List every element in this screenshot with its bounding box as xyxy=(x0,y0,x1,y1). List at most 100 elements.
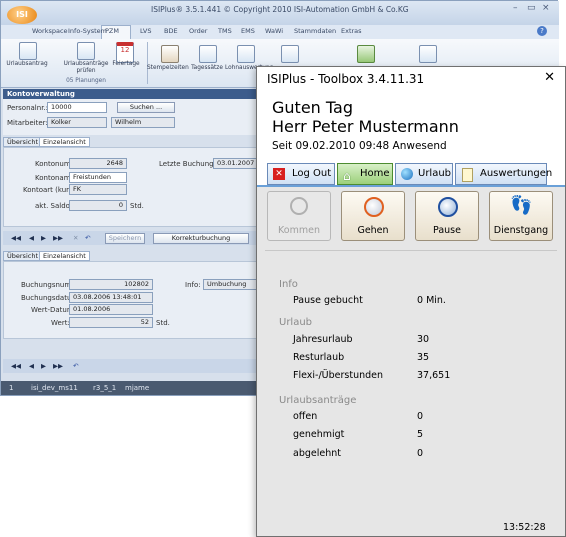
maximize-icon[interactable]: ▭ xyxy=(527,3,536,13)
antraege-section-title: Urlaubsanträge xyxy=(279,395,357,406)
globe-icon xyxy=(401,168,413,180)
resturlaub-value: 35 xyxy=(417,352,430,363)
tagesauswertung-icon[interactable] xyxy=(281,45,299,63)
presence-since: Seit 09.02.2010 09:48 Anwesend xyxy=(272,140,447,152)
minimize-icon[interactable]: – xyxy=(513,3,518,13)
footsteps-icon: 👣 xyxy=(510,195,533,216)
kontoverwaltung-header: Kontoverwaltung xyxy=(3,89,267,99)
dienstgang-label: Dienstgang xyxy=(493,225,549,236)
first-record-icon[interactable]: ◀◀ xyxy=(11,234,21,242)
delete-record-icon[interactable]: ✕ xyxy=(73,234,78,242)
buchung-info-label: Info: xyxy=(185,281,201,289)
pause-button[interactable]: Pause xyxy=(415,191,479,241)
tab-home-label: Home xyxy=(360,168,390,179)
status-session: 1 xyxy=(9,384,14,392)
menu-tab-ems[interactable]: EMS xyxy=(241,27,255,35)
clock: 13:52:28 xyxy=(503,522,546,533)
menu-tab-info-system[interactable]: Info-System xyxy=(68,27,107,35)
pause-label: Pause xyxy=(433,225,461,236)
saldo-field: 0 xyxy=(69,200,127,211)
last-record-icon[interactable]: ▶▶ xyxy=(53,234,63,242)
genehmigt-label: genehmigt xyxy=(293,429,345,440)
offen-label: offen xyxy=(293,411,318,422)
menu-tab-pzm[interactable]: PZM xyxy=(105,27,119,35)
tab-auswertungen-label: Auswertungen xyxy=(480,168,553,179)
next-record-icon[interactable]: ▶ xyxy=(41,234,46,242)
gehen-label: Gehen xyxy=(357,225,389,236)
menu-tab-wawi[interactable]: WaWi xyxy=(265,27,283,35)
toolbox-window: ISIPlus - Toolbox 3.4.11.31 ✕ Guten Tag … xyxy=(256,66,566,537)
kommen-button[interactable]: Kommen xyxy=(267,191,331,241)
konto-tab-einzelansicht[interactable]: Einzelansicht xyxy=(39,137,90,147)
stopwatch-icon xyxy=(290,197,308,215)
prev-record-icon[interactable]: ◀ xyxy=(29,362,34,370)
wert-datum-field: 01.08.2006 xyxy=(69,304,153,315)
saldo-label: akt. Saldo: xyxy=(35,202,73,210)
menu-tab-workspace[interactable]: Workspace xyxy=(32,27,68,35)
report-icon xyxy=(462,168,473,182)
next-record-icon[interactable]: ▶ xyxy=(41,362,46,370)
ribbon-btn-feiertage[interactable]: 12 xyxy=(116,42,136,63)
kontonummer-field: 2648 xyxy=(69,158,127,169)
menu-tab-order[interactable]: Order xyxy=(189,27,207,35)
kontoart-field: FK xyxy=(69,184,127,195)
tab-urlaub-label: Urlaub xyxy=(418,168,452,179)
abgelehnt-label: abgelehnt xyxy=(293,448,341,459)
tab-urlaub[interactable]: Urlaub xyxy=(395,163,453,185)
gehen-button[interactable]: Gehen xyxy=(341,191,405,241)
jahresurlaub-label: Jahresurlaub xyxy=(293,334,353,345)
undo-icon[interactable]: ↶ xyxy=(85,234,90,242)
close-icon[interactable]: ✕ xyxy=(544,70,555,85)
tab-logout-label: Log Out xyxy=(292,168,332,179)
undo-icon[interactable]: ↶ xyxy=(73,362,78,370)
stempelzeiten-icon[interactable] xyxy=(161,45,179,63)
first-record-icon[interactable]: ◀◀ xyxy=(11,362,21,370)
flexi-label: Flexi-/Überstunden xyxy=(293,370,384,381)
tab-logout[interactable]: ✕ Log Out xyxy=(267,163,335,185)
konto-tab-uebersicht[interactable]: Übersicht xyxy=(3,137,42,147)
help-icon[interactable]: ? xyxy=(537,26,547,36)
menu-tab-bde[interactable]: BDE xyxy=(164,27,178,35)
kommen-label: Kommen xyxy=(278,225,320,236)
prev-record-icon[interactable]: ◀ xyxy=(29,234,34,242)
pause-gebucht-label: Pause gebucht xyxy=(293,295,363,306)
speichern-button[interactable]: Speichern xyxy=(105,233,145,244)
app-logo[interactable]: ISI xyxy=(7,6,37,24)
home-icon: ⌂ xyxy=(343,169,351,183)
suchen-button[interactable]: Suchen ... xyxy=(117,102,175,113)
title-bar: ISI ISIPlus® 3.5.1.441 © Copyright 2010 … xyxy=(1,1,559,25)
menu-tab-stammdaten[interactable]: Stammdaten xyxy=(294,27,336,35)
close-icon[interactable]: × xyxy=(542,3,550,13)
info-section-title: Info xyxy=(279,279,298,290)
stopwatch-pause-icon xyxy=(438,197,458,217)
toolbox-title: ISIPlus - Toolbox 3.4.11.31 xyxy=(267,72,425,86)
wert-unit: Std. xyxy=(156,319,170,327)
abwesenheit-icon[interactable] xyxy=(357,45,375,63)
ribbon-btn-urlaubsantrag[interactable] xyxy=(11,42,45,60)
tagessaetze-icon[interactable] xyxy=(199,45,217,63)
ribbon-btn-urlaubsantraege-pruefen[interactable] xyxy=(77,42,97,60)
resturlaub-label: Resturlaub xyxy=(293,352,345,363)
menu-tab-lvs[interactable]: LVS xyxy=(140,27,151,35)
buchung-tab-uebersicht[interactable]: Übersicht xyxy=(3,251,42,261)
document-check-icon xyxy=(77,42,95,60)
buchung-tab-einzelansicht[interactable]: Einzelansicht xyxy=(39,251,90,261)
ribbon-label-urlaubsantraege-pruefen: Urlaubsanträge prüfen xyxy=(63,61,109,74)
korrekturbuchung-button[interactable]: Korrekturbuchung xyxy=(153,233,249,244)
wert-label: Wert: xyxy=(51,319,70,327)
dienstgang-button[interactable]: 👣 Dienstgang xyxy=(489,191,553,241)
ribbon-label-urlaubsantrag: Urlaubsantrag xyxy=(6,61,48,67)
status-database: isi_dev_ms11 xyxy=(31,384,78,392)
last-record-icon[interactable]: ▶▶ xyxy=(53,362,63,370)
kontoname-input[interactable]: Freistunden xyxy=(69,172,127,183)
tab-auswertungen[interactable]: Auswertungen xyxy=(455,163,552,185)
personalnr-label: Personalnr.: xyxy=(7,104,49,112)
logout-icon: ✕ xyxy=(273,168,285,180)
personalnr-input[interactable]: 10000 xyxy=(47,102,107,113)
status-user: mjame xyxy=(125,384,150,392)
menu-tab-extras[interactable]: Extras xyxy=(341,27,362,35)
kontoverwaltung-icon[interactable] xyxy=(419,45,437,63)
tab-home[interactable]: ⌂ Home xyxy=(337,163,393,185)
menu-tab-tms[interactable]: TMS xyxy=(218,27,232,35)
lohnauswertung-icon[interactable] xyxy=(237,45,255,63)
